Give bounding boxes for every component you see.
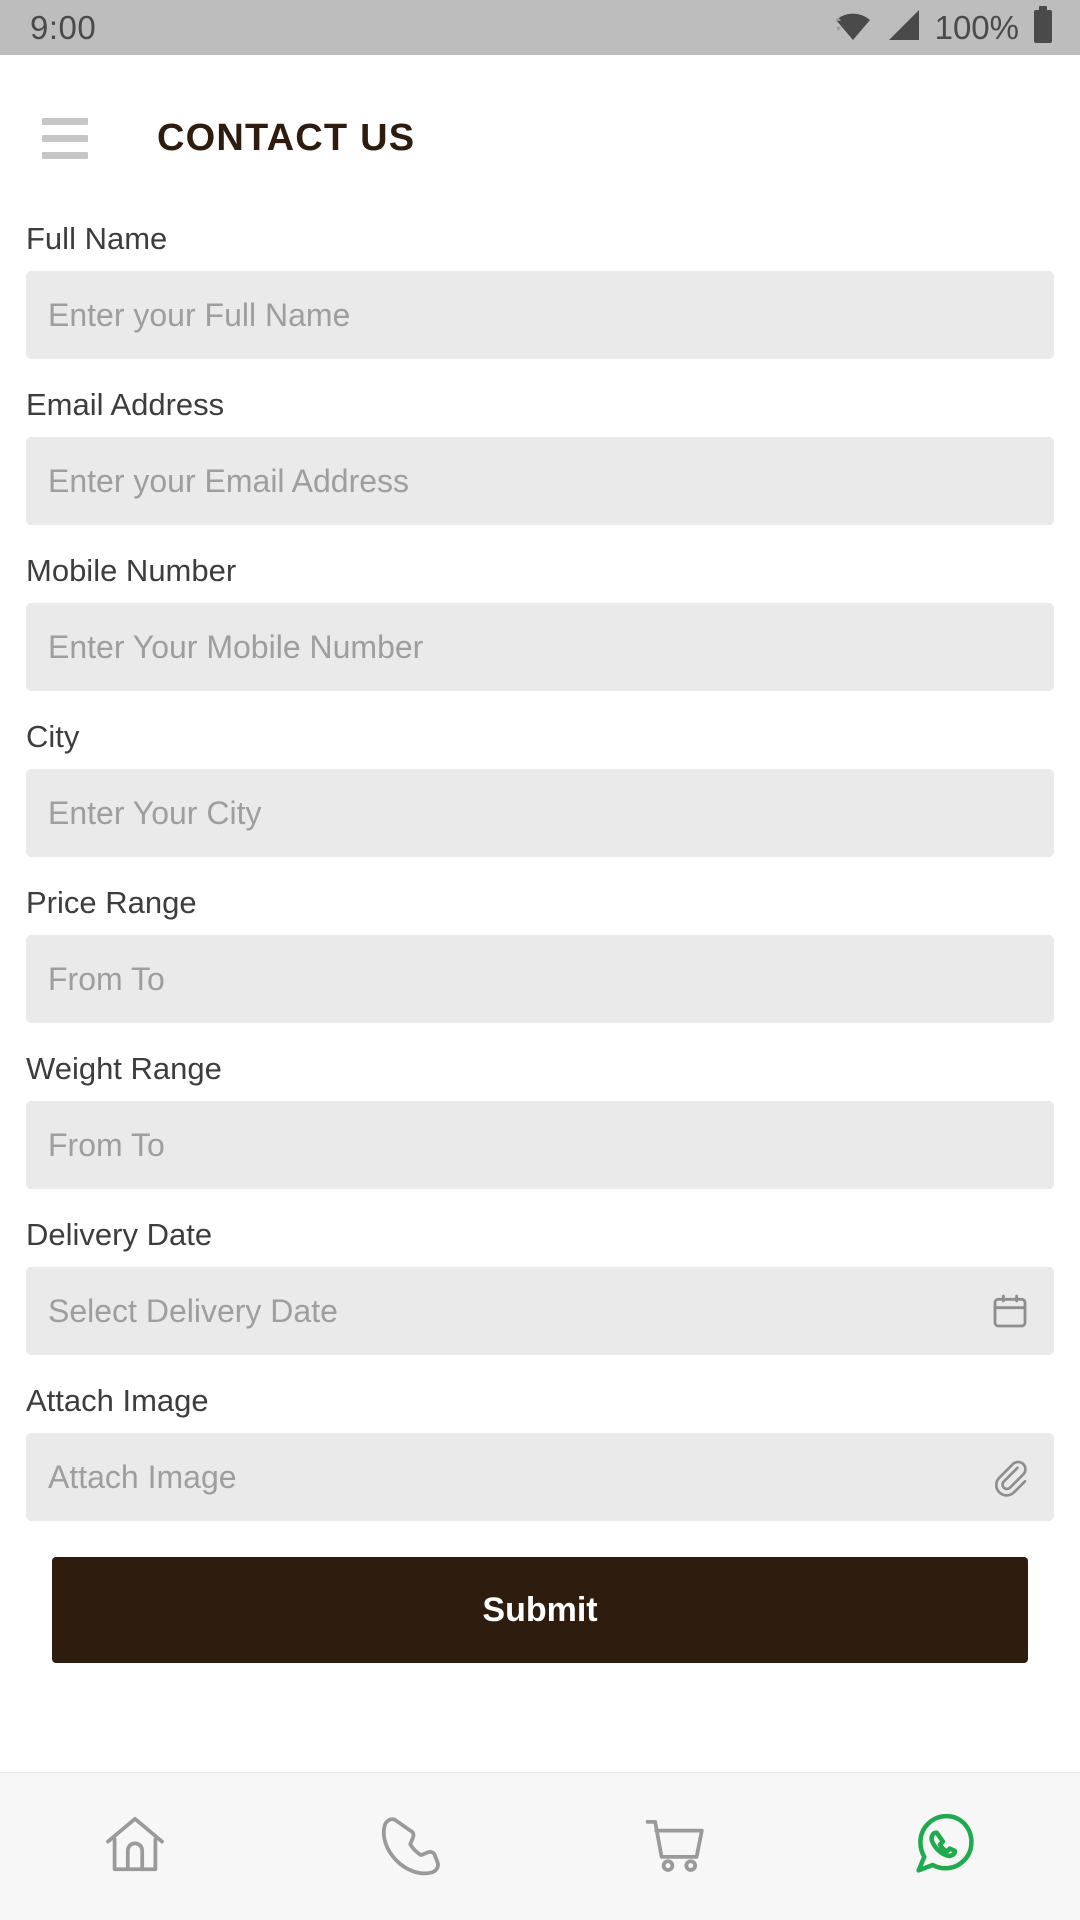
bottom-navigation-bar (0, 1772, 1080, 1920)
label-full-name: Full Name (26, 221, 168, 256)
phone-icon (370, 1809, 440, 1884)
field-delivery-date: Delivery Date Select Delivery Date (26, 1217, 1054, 1355)
placeholder-price-range: From To (48, 960, 165, 997)
status-bar: 9:00 100% (0, 0, 1080, 55)
placeholder-email-address: Enter your Email Address (48, 462, 410, 499)
placeholder-city: Enter Your City (48, 794, 262, 831)
field-weight-range: Weight Range From To (26, 1051, 1054, 1189)
shopping-cart-icon (640, 1809, 710, 1884)
placeholder-delivery-date: Select Delivery Date (48, 1292, 338, 1329)
label-email-address: Email Address (26, 387, 225, 422)
paperclip-icon[interactable] (988, 1455, 1032, 1499)
page-title: CONTACT US (157, 116, 416, 159)
nav-item-call[interactable] (270, 1773, 540, 1920)
placeholder-full-name: Enter your Full Name (48, 296, 351, 333)
input-delivery-date[interactable]: Select Delivery Date (26, 1267, 1054, 1355)
input-weight-range[interactable]: From To (26, 1101, 1054, 1189)
battery-percent-label: 100% (934, 8, 1019, 46)
label-delivery-date: Delivery Date (26, 1217, 213, 1252)
calendar-icon[interactable] (988, 1289, 1032, 1333)
input-full-name[interactable]: Enter your Full Name (26, 271, 1054, 359)
input-price-range[interactable]: From To (26, 935, 1054, 1023)
hamburger-bar (42, 151, 88, 159)
form-scroll-area[interactable]: Full Name Enter your Full Name Email Add… (0, 169, 1080, 1920)
input-email-address[interactable]: Enter your Email Address (26, 437, 1054, 525)
input-attach-image[interactable]: Attach Image (26, 1433, 1054, 1521)
status-bar-icons: 100% (833, 6, 1054, 49)
label-mobile-number: Mobile Number (26, 553, 237, 588)
label-price-range: Price Range (26, 885, 197, 920)
whatsapp-icon (909, 1808, 981, 1885)
hamburger-menu-icon[interactable] (42, 117, 88, 159)
submit-button-wrapper: Submit (26, 1557, 1054, 1663)
field-city: City Enter Your City (26, 719, 1054, 857)
field-price-range: Price Range From To (26, 885, 1054, 1023)
status-bar-time: 9:00 (30, 8, 97, 46)
placeholder-attach-image: Attach Image (48, 1458, 237, 1495)
field-email-address: Email Address Enter your Email Address (26, 387, 1054, 525)
input-mobile-number[interactable]: Enter Your Mobile Number (26, 603, 1054, 691)
signal-icon (886, 8, 922, 47)
nav-item-home[interactable] (0, 1773, 270, 1920)
placeholder-weight-range: From To (48, 1126, 165, 1163)
label-attach-image: Attach Image (26, 1383, 209, 1418)
placeholder-mobile-number: Enter Your Mobile Number (48, 628, 424, 665)
field-full-name: Full Name Enter your Full Name (26, 221, 1054, 359)
label-weight-range: Weight Range (26, 1051, 222, 1086)
submit-button[interactable]: Submit (52, 1557, 1028, 1663)
wifi-icon (833, 8, 873, 47)
nav-item-whatsapp[interactable] (810, 1773, 1080, 1920)
label-city: City (26, 719, 80, 754)
field-attach-image: Attach Image Attach Image (26, 1383, 1054, 1521)
contact-form: Full Name Enter your Full Name Email Add… (0, 169, 1080, 1663)
input-city[interactable]: Enter Your City (26, 769, 1054, 857)
nav-item-cart[interactable] (540, 1773, 810, 1920)
submit-button-label: Submit (482, 1590, 598, 1629)
field-mobile-number: Mobile Number Enter Your Mobile Number (26, 553, 1054, 691)
hamburger-bar (42, 117, 88, 125)
hamburger-bar (42, 134, 88, 142)
battery-icon (1032, 6, 1054, 49)
home-icon (99, 1808, 171, 1885)
